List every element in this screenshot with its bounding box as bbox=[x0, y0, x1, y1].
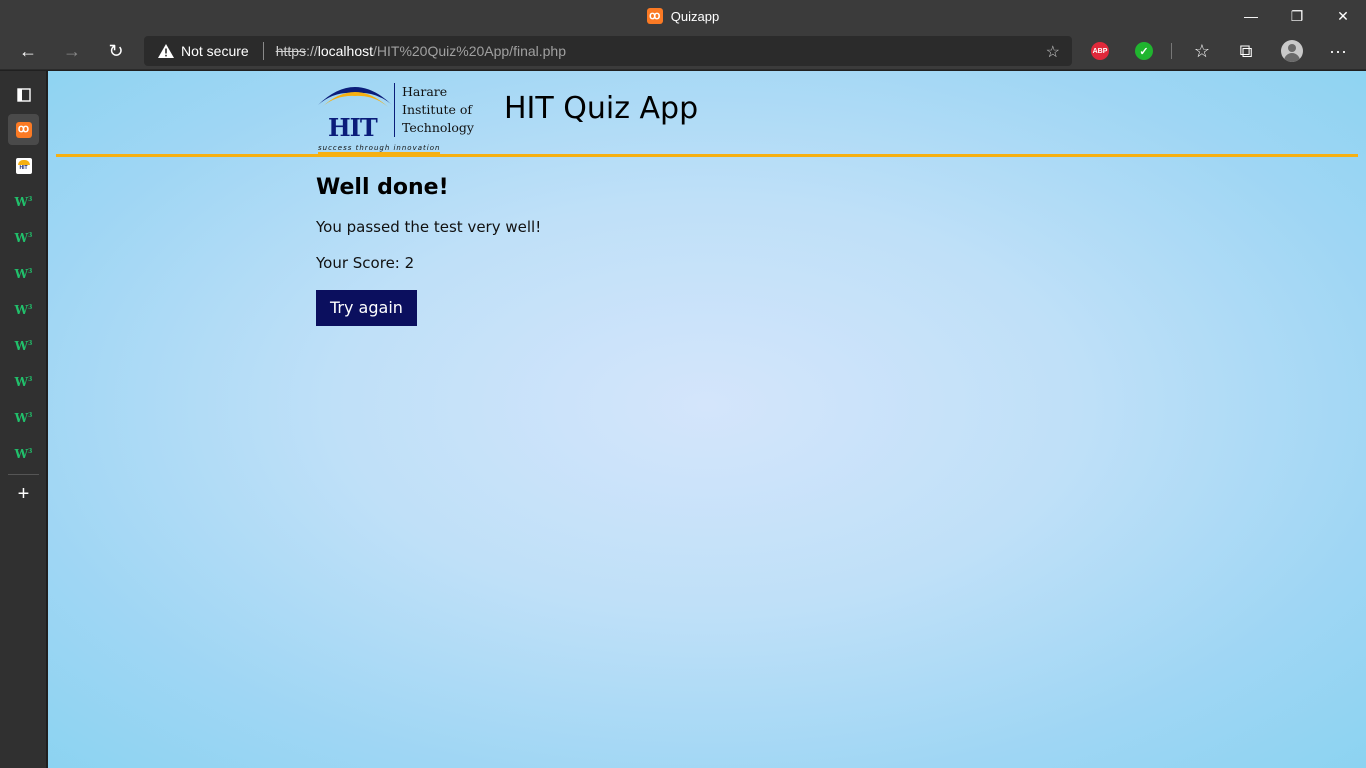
sidebar-divider bbox=[8, 474, 39, 475]
close-button[interactable]: ✕ bbox=[1320, 0, 1366, 32]
score-text: Your Score: 2 bbox=[316, 254, 415, 272]
page-content: HIT Harare Institute of Technology succe… bbox=[48, 71, 1366, 768]
w-icon: W3 bbox=[14, 338, 33, 353]
xampp-icon: ꝏ bbox=[15, 121, 32, 138]
w-icon: W3 bbox=[14, 374, 33, 389]
page-header: HIT Harare Institute of Technology succe… bbox=[56, 71, 1358, 157]
logo-divider bbox=[394, 83, 395, 137]
check-extension-icon[interactable]: ✓ bbox=[1135, 42, 1153, 60]
minimize-button[interactable]: — bbox=[1228, 0, 1274, 32]
address-bar[interactable]: Not secure https://localhost/HIT%20Quiz%… bbox=[144, 36, 1072, 66]
result-heading: Well done! bbox=[316, 175, 449, 200]
sidebar-tab-w-8[interactable]: W3 bbox=[8, 438, 39, 469]
sidebar-tab-w-3[interactable]: W3 bbox=[8, 258, 39, 289]
back-button[interactable]: ← bbox=[12, 36, 44, 66]
logo-name: Harare Institute of Technology bbox=[402, 83, 474, 137]
logo-name-line-2: Institute of bbox=[402, 102, 473, 117]
collections-button[interactable]: ⧉ bbox=[1230, 36, 1262, 66]
url-separator: :// bbox=[306, 43, 318, 59]
w-icon: W3 bbox=[14, 446, 33, 461]
adblock-plus-icon[interactable]: ABP bbox=[1091, 42, 1109, 60]
sidebar-tab-quizapp[interactable]: ꝏ bbox=[8, 114, 39, 145]
url-host: localhost bbox=[317, 43, 373, 59]
favorites-icon: ☆ bbox=[1193, 40, 1211, 61]
w-icon: W3 bbox=[14, 194, 33, 209]
tab-actions-icon[interactable] bbox=[8, 79, 39, 110]
window-title: Quizapp bbox=[670, 8, 720, 24]
sidebar-tab-w-6[interactable]: W3 bbox=[8, 366, 39, 397]
url-path: /HIT%20Quiz%20App/final.php bbox=[373, 43, 566, 59]
w-icon: W3 bbox=[14, 266, 33, 281]
security-label[interactable]: Not secure bbox=[181, 43, 249, 59]
url-protocol: https bbox=[275, 43, 307, 59]
logo-tagline: success through innovation bbox=[318, 144, 441, 155]
logo-abbr: HIT bbox=[328, 113, 378, 142]
plus-icon: + bbox=[17, 483, 30, 505]
add-favorite-icon[interactable]: ☆ bbox=[1046, 42, 1060, 62]
more-button[interactable]: ··· bbox=[1322, 36, 1354, 66]
xampp-icon: ꝏ bbox=[646, 8, 663, 24]
w-icon: W3 bbox=[14, 230, 33, 245]
logo-name-line-3: Technology bbox=[402, 120, 474, 135]
w-icon: W3 bbox=[14, 302, 33, 317]
app-title: HIT Quiz App bbox=[504, 91, 699, 126]
sidebar-tab-w-7[interactable]: W3 bbox=[8, 402, 39, 433]
address-divider bbox=[262, 42, 264, 60]
refresh-button[interactable]: ↻ bbox=[100, 36, 132, 66]
refresh-icon: ↻ bbox=[108, 40, 124, 61]
more-icon: ··· bbox=[1329, 40, 1347, 61]
hit-logo: HIT Harare Institute of Technology succe… bbox=[316, 79, 476, 155]
profile-avatar[interactable] bbox=[1281, 40, 1303, 62]
sidebar-tab-w-2[interactable]: W3 bbox=[8, 222, 39, 253]
try-again-button[interactable]: Try again bbox=[316, 290, 417, 326]
hit-logo-icon: HIT bbox=[15, 157, 32, 174]
sidebar-tab-w-1[interactable]: W3 bbox=[8, 186, 39, 217]
restore-button[interactable]: ❐ bbox=[1274, 0, 1320, 32]
sidebar-tab-hit[interactable]: HIT bbox=[8, 150, 39, 181]
favorites-button[interactable]: ☆ bbox=[1186, 36, 1218, 66]
forward-button[interactable]: → bbox=[56, 36, 88, 66]
new-tab-button[interactable]: + bbox=[8, 479, 39, 510]
collections-icon: ⧉ bbox=[1239, 40, 1253, 61]
result-message: You passed the test very well! bbox=[316, 218, 542, 236]
toolbar-divider bbox=[1171, 43, 1172, 59]
sidebar-tab-w-5[interactable]: W3 bbox=[8, 330, 39, 361]
vertical-tabs-sidebar: ꝏ HIT W3 W3 W3 W3 W3 W3 W3 W3 + bbox=[0, 71, 47, 768]
url-text[interactable]: https://localhost/HIT%20Quiz%20App/final… bbox=[276, 43, 566, 59]
sidebar-tab-w-4[interactable]: W3 bbox=[8, 294, 39, 325]
w-icon: W3 bbox=[14, 410, 33, 425]
back-arrow-icon: ← bbox=[19, 40, 37, 61]
logo-name-line-1: Harare bbox=[402, 84, 448, 99]
browser-toolbar: ← → ↻ Not secure https://localhost/HIT%2… bbox=[0, 32, 1366, 70]
warning-icon[interactable] bbox=[157, 43, 175, 59]
title-bar: ꝏ Quizapp — ❐ ✕ bbox=[0, 0, 1366, 32]
forward-arrow-icon: → bbox=[63, 40, 81, 61]
result-panel: Well done! You passed the test very well… bbox=[316, 175, 541, 326]
